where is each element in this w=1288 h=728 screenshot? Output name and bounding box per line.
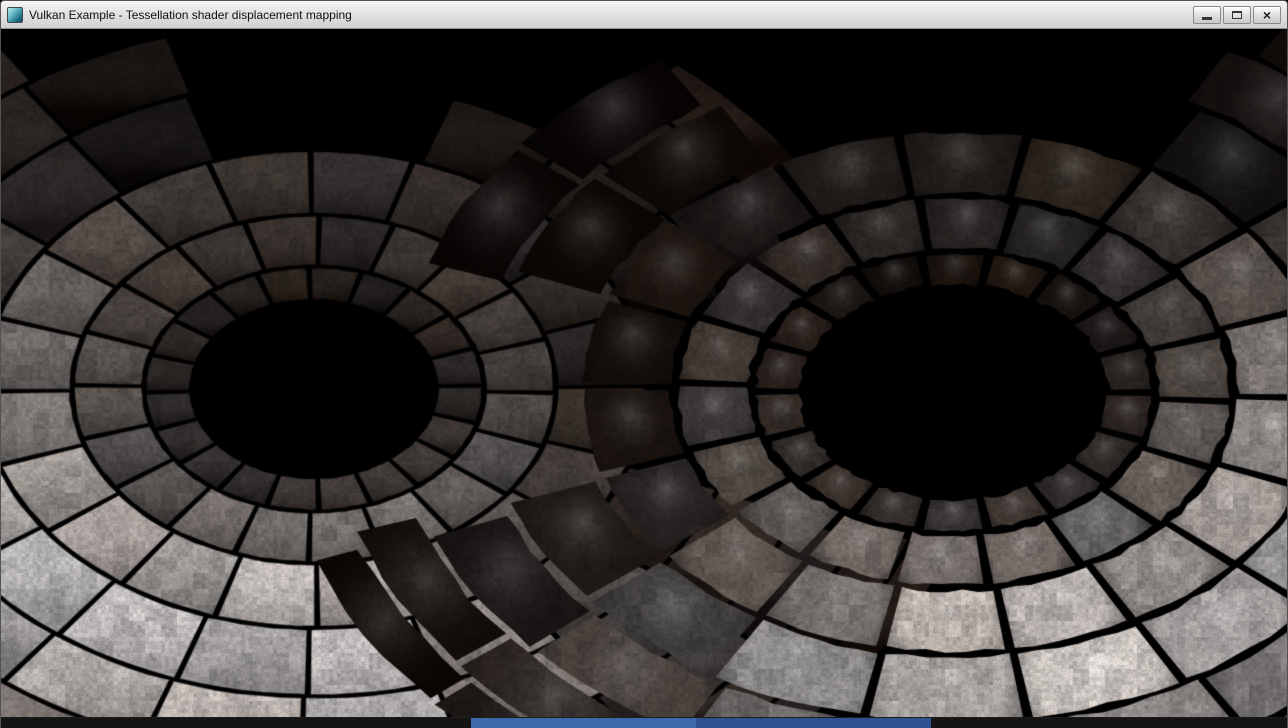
window-controls: × (1193, 6, 1281, 24)
taskbar-segment (696, 718, 931, 728)
taskbar-strip (1, 717, 1287, 728)
maximize-icon (1232, 11, 1242, 19)
close-icon: × (1263, 8, 1271, 22)
taskbar-segment (931, 718, 1287, 728)
title-bar[interactable]: Vulkan Example - Tessellation shader dis… (1, 1, 1287, 29)
render-viewport[interactable] (1, 29, 1287, 717)
maximize-button[interactable] (1223, 6, 1251, 24)
minimize-button[interactable] (1193, 6, 1221, 24)
minimize-icon (1202, 17, 1212, 20)
window-title: Vulkan Example - Tessellation shader dis… (29, 8, 1185, 22)
taskbar-segment (471, 718, 696, 728)
taskbar-segment (1, 718, 471, 728)
app-icon (7, 7, 23, 23)
app-window: Vulkan Example - Tessellation shader dis… (0, 0, 1288, 728)
close-button[interactable]: × (1253, 6, 1281, 24)
